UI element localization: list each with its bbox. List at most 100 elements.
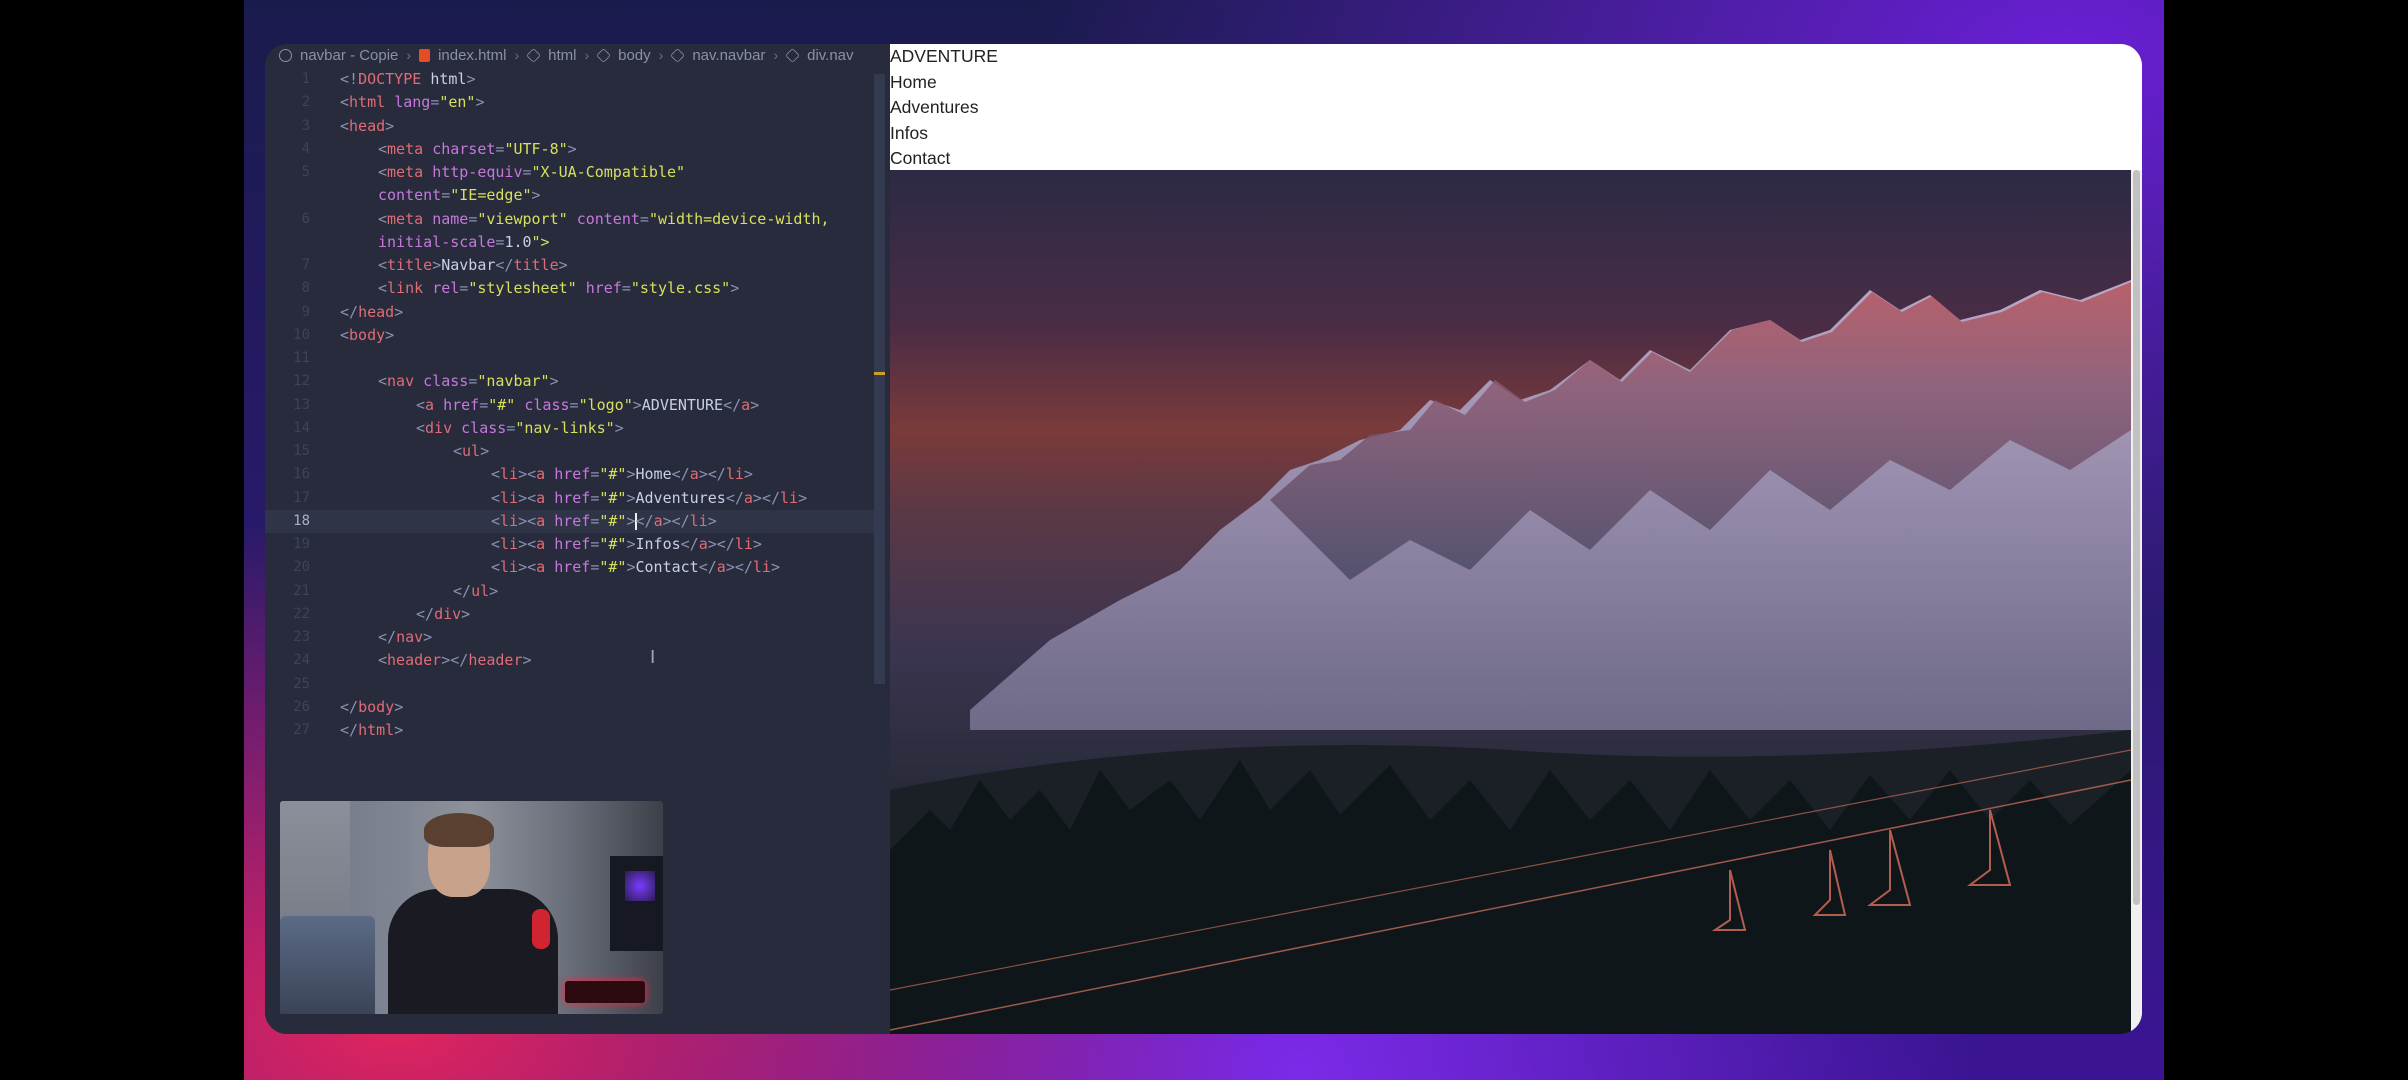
code-text[interactable]: content="IE=edge"> bbox=[378, 184, 541, 207]
code-text[interactable]: </ul> bbox=[453, 580, 498, 603]
breadcrumb-folder[interactable]: navbar - Copie bbox=[300, 47, 398, 64]
code-text[interactable]: <html lang="en"> bbox=[340, 91, 485, 114]
code-line[interactable]: 14 <div class="nav-links"> bbox=[265, 417, 885, 440]
code-text[interactable]: initial-scale=1.0"> bbox=[378, 231, 550, 254]
line-number: 6 bbox=[301, 210, 310, 227]
code-line[interactable]: content="IE=edge"> bbox=[265, 184, 885, 207]
chevron-right-icon: › bbox=[773, 47, 779, 63]
breadcrumb-html[interactable]: html bbox=[548, 47, 576, 64]
code-line[interactable]: 8 <link rel="stylesheet" href="style.css"… bbox=[265, 277, 885, 300]
html5-icon bbox=[419, 48, 431, 62]
code-line[interactable]: 15 <ul> bbox=[265, 440, 885, 463]
preview-link-adventures[interactable]: Adventures bbox=[890, 95, 2142, 121]
code-line[interactable]: 16 <li><a href="#">Home</a></li> bbox=[265, 463, 885, 486]
preview-link-contact[interactable]: Contact bbox=[890, 146, 2142, 172]
text-cursor-icon: I bbox=[650, 647, 656, 668]
code-line[interactable]: 17 <li><a href="#">Adventures</a></li> bbox=[265, 487, 885, 510]
line-number: 12 bbox=[293, 373, 310, 390]
chevron-right-icon: › bbox=[514, 47, 520, 63]
code-text[interactable]: </head> bbox=[340, 301, 403, 324]
code-line[interactable]: 6 <meta name="viewport" content="width=de… bbox=[265, 208, 885, 231]
line-number: 2 bbox=[301, 94, 310, 111]
code-area[interactable]: 1 <!DOCTYPE html> 2 <html lang="en"> 3 <head>… bbox=[265, 68, 885, 742]
line-number: 17 bbox=[293, 489, 310, 506]
chevron-right-icon: › bbox=[584, 47, 590, 63]
preview-scrollbar[interactable] bbox=[2131, 170, 2142, 1034]
code-text[interactable]: <header></header> bbox=[378, 649, 532, 672]
chevron-right-icon: › bbox=[406, 47, 412, 63]
code-text[interactable]: <ul> bbox=[453, 440, 489, 463]
line-number: 23 bbox=[293, 629, 310, 645]
code-text[interactable]: <a href="#" class="logo">ADVENTURE</a> bbox=[416, 394, 759, 417]
breadcrumb-file[interactable]: index.html bbox=[438, 47, 506, 64]
breadcrumb-div[interactable]: div.nav bbox=[807, 47, 853, 64]
code-line[interactable]: 23 </nav> bbox=[265, 626, 885, 649]
app-window: navbar - Copie › index.html › html › bod… bbox=[265, 44, 2142, 1034]
code-editor[interactable]: navbar - Copie › index.html › html › bod… bbox=[265, 44, 890, 1034]
code-text[interactable]: <nav class="navbar"> bbox=[378, 370, 559, 393]
line-number: 22 bbox=[293, 605, 310, 622]
chevron-right-icon: › bbox=[658, 47, 664, 63]
line-number: 11 bbox=[293, 350, 310, 366]
code-line-active[interactable]: 18 <li><a href="#"></a></li> bbox=[265, 509, 885, 533]
code-line[interactable]: 2 <html lang="en"> bbox=[265, 91, 885, 114]
preview-navbar: ADVENTURE Home Adventures Infos Contact bbox=[890, 44, 2142, 170]
code-text[interactable]: <meta http-equiv="X-UA-Compatible" bbox=[378, 161, 685, 184]
line-number: 21 bbox=[293, 582, 310, 599]
code-line[interactable]: initial-scale=1.0"> bbox=[265, 231, 885, 254]
code-text[interactable]: <!DOCTYPE html> bbox=[340, 68, 475, 91]
line-number: 15 bbox=[293, 443, 310, 459]
code-line[interactable]: 22 </div> bbox=[265, 603, 885, 626]
line-number: 10 bbox=[293, 326, 310, 343]
editor-scrollbar[interactable] bbox=[874, 74, 885, 684]
code-text[interactable]: <title>Navbar</title> bbox=[378, 254, 568, 277]
code-line[interactable]: 27 </html> bbox=[265, 719, 885, 742]
code-text[interactable]: </div> bbox=[416, 603, 470, 626]
breadcrumb-body[interactable]: body bbox=[618, 47, 651, 64]
code-line[interactable]: 19 <li><a href="#">Infos</a></li> bbox=[265, 533, 885, 556]
code-line[interactable]: 7 <title>Navbar</title> bbox=[265, 254, 885, 277]
code-line[interactable]: 10 <body> bbox=[265, 324, 885, 347]
code-line[interactable]: 21 </ul> bbox=[265, 580, 885, 603]
line-number: 9 bbox=[301, 303, 310, 320]
preview-link-home[interactable]: Home bbox=[890, 70, 2142, 96]
code-line[interactable]: 9 </head> bbox=[265, 301, 885, 324]
code-line[interactable]: 11 bbox=[265, 347, 885, 370]
line-number: 16 bbox=[293, 466, 310, 483]
preview-logo[interactable]: ADVENTURE bbox=[890, 44, 2142, 70]
browser-preview: ADVENTURE Home Adventures Infos Contact bbox=[890, 44, 2142, 1034]
preview-scrollbar-thumb[interactable] bbox=[2133, 170, 2140, 905]
code-line[interactable]: 13 <a href="#" class="logo">ADVENTURE</a> bbox=[265, 394, 885, 417]
line-number: 13 bbox=[293, 396, 310, 413]
code-line[interactable]: 26 </body> bbox=[265, 696, 885, 719]
code-line[interactable]: 20 <li><a href="#">Contact</a></li> bbox=[265, 556, 885, 579]
code-text[interactable]: <link rel="stylesheet" href="style.css"> bbox=[378, 277, 739, 300]
code-text[interactable]: <body> bbox=[340, 324, 394, 347]
code-line[interactable]: 5 <meta http-equiv="X-UA-Compatible" bbox=[265, 161, 885, 184]
record-icon bbox=[279, 48, 292, 62]
code-line[interactable]: 12 <nav class="navbar"> bbox=[265, 370, 885, 393]
code-line[interactable]: 4 <meta charset="UTF-8"> bbox=[265, 138, 885, 161]
code-line[interactable]: 1 <!DOCTYPE html> bbox=[265, 68, 885, 91]
line-number: 19 bbox=[293, 536, 310, 552]
code-line[interactable]: 24 <header></header> bbox=[265, 649, 885, 672]
code-text[interactable]: <meta charset="UTF-8"> bbox=[378, 138, 577, 161]
code-text[interactable]: </nav> bbox=[378, 626, 432, 649]
microphone bbox=[532, 909, 550, 949]
breadcrumb-nav[interactable]: nav.navbar bbox=[692, 47, 765, 64]
line-number: 26 bbox=[293, 698, 310, 715]
code-text[interactable]: </html> bbox=[340, 719, 403, 742]
code-line[interactable]: 25 bbox=[265, 673, 885, 696]
code-text[interactable]: <li><a href="#">Adventures</a></li> bbox=[491, 487, 807, 510]
code-text[interactable]: </body> bbox=[340, 696, 403, 719]
code-text[interactable]: <meta name="viewport" content="width=dev… bbox=[378, 208, 830, 231]
code-text[interactable]: <li><a href="#"></a></li> bbox=[491, 510, 717, 533]
webcam-overlay bbox=[280, 801, 663, 1014]
code-text[interactable]: <li><a href="#">Contact</a></li> bbox=[491, 556, 780, 579]
code-text[interactable]: <li><a href="#">Home</a></li> bbox=[491, 463, 753, 486]
code-line[interactable]: 3 <head> bbox=[265, 115, 885, 138]
preview-link-infos[interactable]: Infos bbox=[890, 121, 2142, 147]
code-text[interactable]: <div class="nav-links"> bbox=[416, 417, 624, 440]
code-text[interactable]: <li><a href="#">Infos</a></li> bbox=[491, 533, 762, 556]
code-text[interactable]: <head> bbox=[340, 115, 394, 138]
